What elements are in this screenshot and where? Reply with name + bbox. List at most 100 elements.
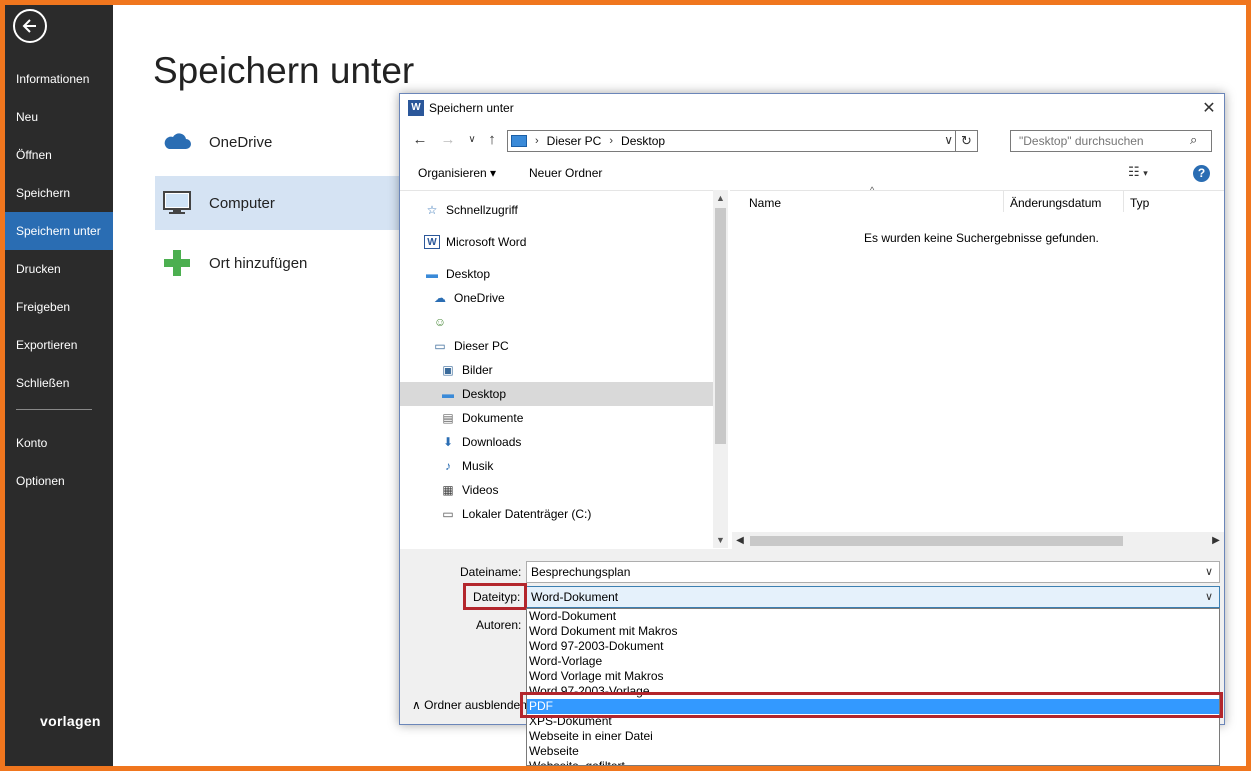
view-options-button[interactable]: ☷ ▾ <box>1128 164 1148 180</box>
tree-item[interactable]: ☁ OneDrive <box>400 286 713 310</box>
chevron-down-icon[interactable]: ∨ <box>1205 562 1213 582</box>
cloud-icon <box>161 126 193 158</box>
breadcrumb-desktop[interactable]: Desktop <box>621 134 665 148</box>
filetype-option[interactable]: Webseite <box>527 744 1219 759</box>
filetype-label: Dateityp: <box>473 590 521 604</box>
pictures-icon: ▣ <box>442 363 454 377</box>
filetype-option[interactable]: Word 97-2003-Vorlage <box>527 684 1219 699</box>
tree-item[interactable]: ⬇ Downloads <box>400 430 713 454</box>
computer-icon <box>161 187 193 219</box>
filetype-option[interactable]: Word-Vorlage <box>527 654 1219 669</box>
tree-item-label: Videos <box>462 483 499 497</box>
arrow-left-icon <box>22 19 36 33</box>
page-title: Speichern unter <box>153 50 415 91</box>
chevron-up-icon[interactable]: ▲ <box>713 190 728 206</box>
chevron-right-icon: › <box>535 135 539 147</box>
tree-item[interactable]: ♪ Musik <box>400 454 713 478</box>
filetype-option[interactable]: Webseite, gefiltert <box>527 759 1219 765</box>
place-label: Computer <box>209 194 275 212</box>
chevron-right-icon: › <box>609 135 614 147</box>
chevron-down-icon: ▾ <box>1143 168 1148 178</box>
scrollbar-thumb[interactable] <box>715 208 726 444</box>
filename-label: Dateiname: <box>460 565 522 579</box>
column-header-date[interactable]: Änderungsdatum <box>1010 196 1101 210</box>
search-input[interactable] <box>1010 130 1212 152</box>
tree-item[interactable]: ▬ Desktop <box>400 382 713 406</box>
new-folder-button[interactable]: Neuer Ordner <box>529 166 602 180</box>
navigation-scrollbar[interactable]: ▲ ▼ <box>713 190 728 548</box>
filename-field[interactable]: Besprechungsplan ∨ <box>526 561 1220 583</box>
back-arrow-button[interactable]: ← <box>410 130 430 150</box>
tree-item[interactable]: ▭ Dieser PC <box>400 334 713 358</box>
up-arrow-button[interactable]: ↑ <box>482 130 502 150</box>
tree-item[interactable]: ☺ <box>400 310 713 334</box>
filetype-option[interactable]: Word Dokument mit Makros <box>527 624 1219 639</box>
nav-item[interactable]: Neu <box>5 98 113 136</box>
tree-item[interactable]: W Microsoft Word <box>400 230 713 254</box>
nav-item[interactable]: Exportieren <box>5 326 113 364</box>
nav-item[interactable]: Informationen <box>5 60 113 98</box>
cloud-icon: ☁ <box>434 291 446 305</box>
place-plus[interactable]: Ort hinzufügen <box>155 236 400 290</box>
place-computer[interactable]: Computer <box>155 176 400 230</box>
nav-item[interactable]: Speichern unter <box>5 212 113 250</box>
chevron-right-icon[interactable]: ▶ <box>1208 532 1224 549</box>
dialog-title: Speichern unter <box>429 101 514 115</box>
file-list-scrollbar[interactable]: ◀ ▶ <box>732 532 1224 549</box>
nav-item[interactable]: Drucken <box>5 250 113 288</box>
nav-item[interactable]: Optionen <box>5 462 113 500</box>
place-cloud[interactable]: OneDrive <box>155 115 400 169</box>
filetype-option[interactable]: Word-Dokument <box>527 609 1219 624</box>
tree-item[interactable]: ▬ Desktop <box>400 262 713 286</box>
filetype-select[interactable]: Word-Dokument ∨ <box>526 586 1220 608</box>
filetype-option[interactable]: XPS-Dokument <box>527 714 1219 729</box>
filetype-option[interactable]: Webseite in einer Datei <box>527 729 1219 744</box>
user-icon: ☺ <box>433 315 447 329</box>
tree-item[interactable]: ▦ Videos <box>400 478 713 502</box>
computer-icon <box>511 135 527 147</box>
filetype-option[interactable]: PDF <box>527 699 1219 714</box>
tree-item-label: Lokaler Datenträger (C:) <box>462 507 592 521</box>
plus-icon <box>161 247 193 279</box>
chevron-left-icon[interactable]: ◀ <box>732 532 748 549</box>
tree-item[interactable]: ▣ Bilder <box>400 358 713 382</box>
forward-arrow-button[interactable]: → <box>438 130 458 150</box>
tree-item[interactable]: ☆ Schnellzugriff <box>400 198 713 222</box>
video-icon: ▦ <box>442 483 454 497</box>
address-bar[interactable]: › Dieser PC › Desktop ∨ ↻ <box>507 130 978 152</box>
word-icon: W <box>408 100 424 116</box>
organize-button[interactable]: Organisieren ▾ <box>418 166 496 180</box>
nav-separator <box>16 409 92 410</box>
back-button[interactable] <box>13 9 47 43</box>
tree-item-label: Dokumente <box>462 411 524 425</box>
filetype-dropdown-list: Word-Dokument Word Dokument mit Makros Wor… <box>526 608 1220 766</box>
tree-item[interactable]: ▭ Lokaler Datenträger (C:) <box>400 502 713 526</box>
column-header-name[interactable]: Name <box>749 196 781 210</box>
tree-item-label: Dieser PC <box>454 339 509 353</box>
nav-item[interactable]: Schließen <box>5 364 113 402</box>
chevron-down-icon[interactable]: ∨ <box>944 133 953 147</box>
close-button[interactable]: ✕ <box>1198 98 1220 120</box>
nav-item[interactable]: Öffnen <box>5 136 113 174</box>
help-button[interactable]: ? <box>1193 165 1210 182</box>
hide-folders-toggle[interactable]: ∧ Ordner ausblenden <box>412 698 527 712</box>
navigation-pane: ☆ Schnellzugriff W Microsoft Word ▬ Desktop ☁ O… <box>400 190 728 548</box>
brand-logo: vorlagen <box>40 713 101 729</box>
filetype-option[interactable]: Word Vorlage mit Makros <box>527 669 1219 684</box>
filetype-option[interactable]: Word 97-2003-Dokument <box>527 639 1219 654</box>
column-header-type[interactable]: Typ <box>1130 196 1149 210</box>
filetype-value: Word-Dokument <box>531 590 619 604</box>
breadcrumb-this-pc[interactable]: Dieser PC <box>547 134 602 148</box>
chevron-down-icon[interactable]: ▼ <box>713 532 728 548</box>
nav-item[interactable]: Konto <box>5 424 113 462</box>
refresh-button[interactable]: ↻ <box>955 131 977 151</box>
recent-locations-button[interactable]: ∨ <box>462 130 482 150</box>
chevron-up-icon: ∧ <box>412 698 421 712</box>
nav-item[interactable]: Freigeben <box>5 288 113 326</box>
scrollbar-thumb[interactable] <box>750 536 1123 546</box>
nav-item[interactable]: Speichern <box>5 174 113 212</box>
tree-item[interactable]: ▤ Dokumente <box>400 406 713 430</box>
chevron-down-icon[interactable]: ∨ <box>1205 587 1213 607</box>
tree-item-label: Musik <box>462 459 494 473</box>
search-icon[interactable]: ⌕ <box>1190 132 1206 148</box>
